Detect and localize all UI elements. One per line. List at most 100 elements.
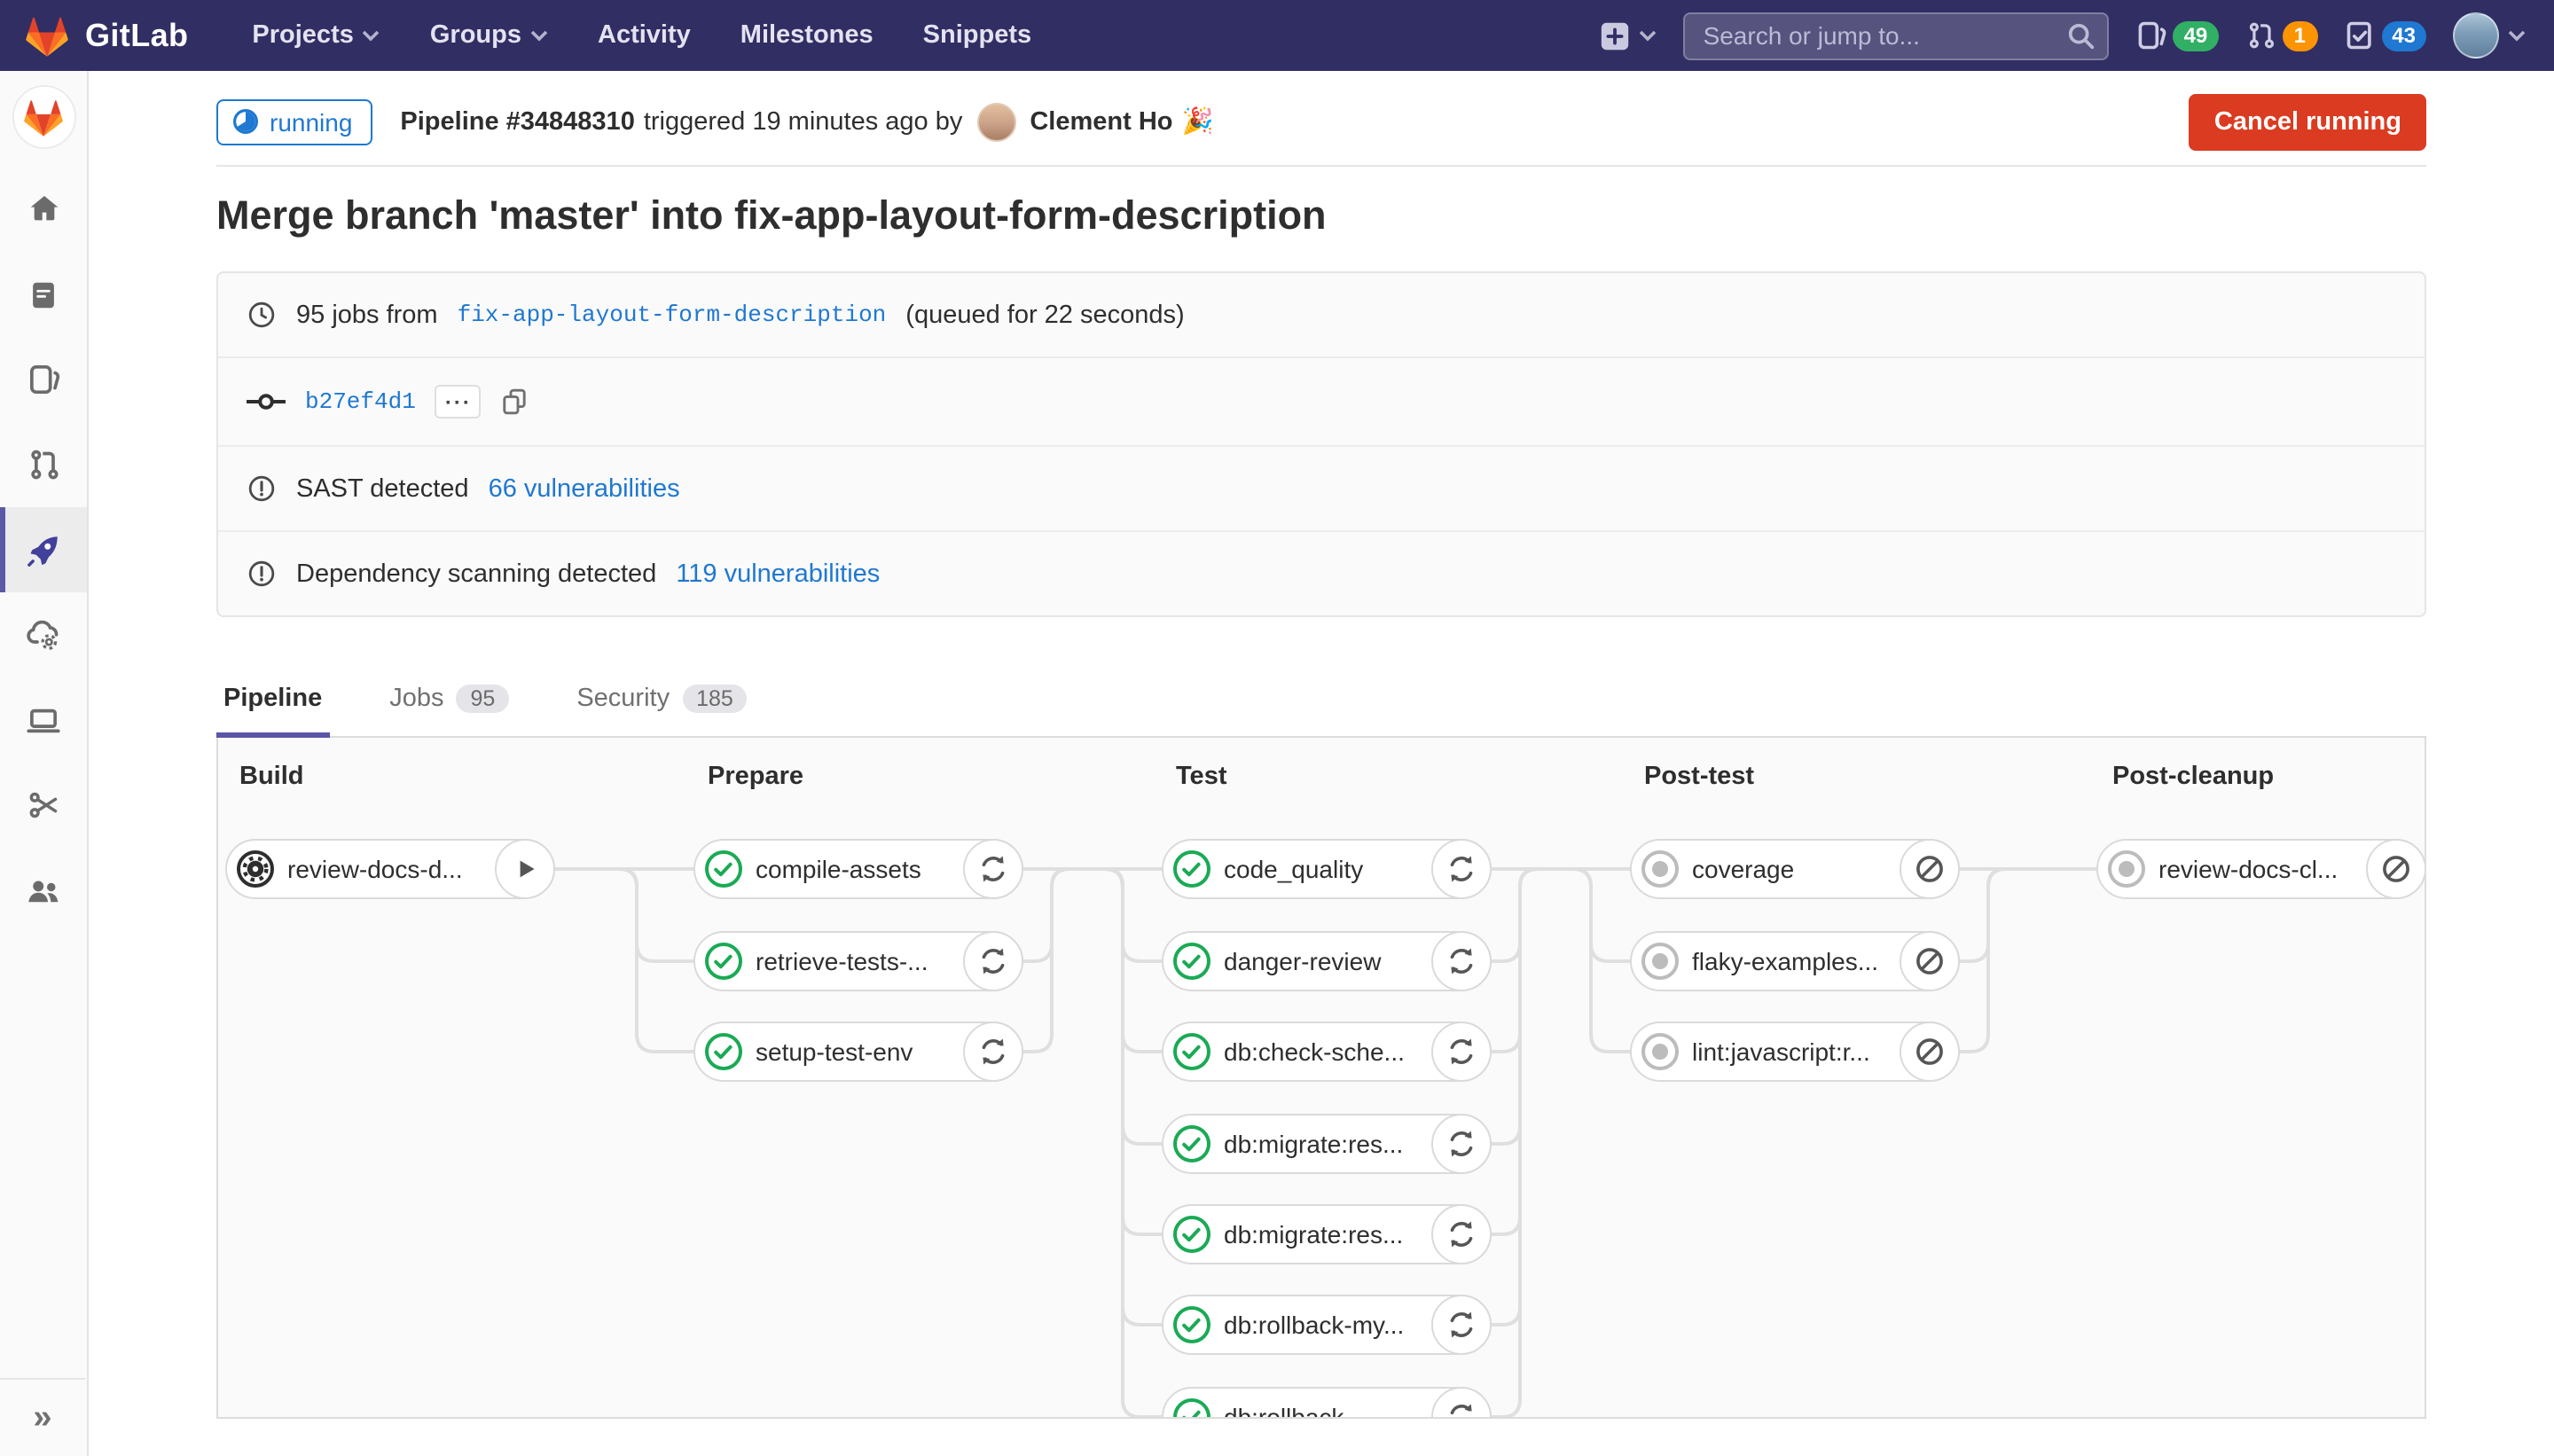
issues-count-button[interactable]: 49: [2136, 20, 2219, 51]
sidebar-item-environments[interactable]: [0, 677, 87, 763]
nav-snippets[interactable]: Snippets: [923, 21, 1031, 50]
play-job-button[interactable]: [495, 839, 555, 899]
tab-pipeline[interactable]: Pipeline: [216, 685, 329, 736]
job-pill[interactable]: db:check-sche...: [1162, 1022, 1492, 1082]
alert-icon: [247, 559, 277, 589]
sidebar-item-issues[interactable]: [0, 337, 87, 422]
user-menu-button[interactable]: [2453, 12, 2526, 59]
job-pill[interactable]: review-docs-d...: [225, 839, 555, 899]
status-success-icon: [1172, 1215, 1211, 1254]
retry-job-button[interactable]: [963, 839, 1023, 899]
cancel-job-button[interactable]: [1900, 931, 1960, 991]
commit-sha-link[interactable]: b27ef4d1: [305, 388, 416, 415]
issues-count-badge: 49: [2174, 20, 2219, 51]
home-icon: [26, 192, 61, 227]
retry-icon: [1444, 943, 1479, 979]
job-pill[interactable]: coverage: [1630, 839, 1960, 899]
author-avatar[interactable]: [976, 102, 1015, 141]
merge-requests-count-badge: 1: [2282, 20, 2317, 51]
retry-job-button[interactable]: [1431, 931, 1492, 991]
brand-name: GitLab: [85, 17, 188, 54]
retry-job-button[interactable]: [1431, 839, 1492, 899]
retry-icon: [975, 851, 1011, 887]
job-pill[interactable]: review-docs-cl...: [2096, 839, 2426, 899]
status-success-icon: [1172, 942, 1211, 981]
commit-description-toggle[interactable]: ···: [435, 385, 482, 419]
job-pill[interactable]: db:migrate:res...: [1162, 1204, 1492, 1264]
issues-icon: [26, 362, 61, 397]
members-icon: [25, 872, 62, 909]
sidebar-item-ci-cd[interactable]: [0, 507, 87, 592]
tab-jobs-label: Jobs: [389, 685, 443, 713]
status-manual-icon: [236, 849, 275, 888]
status-label: running: [270, 107, 352, 136]
job-pill[interactable]: db:rollback-my...: [1162, 1295, 1492, 1355]
job-pill[interactable]: retrieve-tests-...: [693, 931, 1023, 991]
nav-groups-label: Groups: [430, 21, 521, 50]
pipeline-header: running Pipeline #34848310 triggered 19 …: [216, 71, 2426, 156]
sast-text: SAST detected: [296, 474, 469, 503]
retry-job-button[interactable]: [963, 931, 1023, 991]
dependency-vulnerabilities-link[interactable]: 119 vulnerabilities: [676, 560, 880, 588]
retry-icon: [1444, 1399, 1479, 1419]
branch-link[interactable]: fix-app-layout-form-description: [458, 301, 887, 328]
merge-requests-count-button[interactable]: 1: [2245, 20, 2317, 51]
retry-icon: [1444, 1126, 1479, 1162]
job-pill[interactable]: db:migrate:res...: [1162, 1114, 1492, 1174]
todo-check-icon: [2344, 20, 2376, 51]
copy-sha-button[interactable]: [501, 387, 529, 417]
tab-pipeline-label: Pipeline: [223, 685, 322, 713]
author-name[interactable]: Clement Ho: [1030, 107, 1172, 136]
issues-icon: [2136, 20, 2168, 51]
job-pill[interactable]: lint:javascript:r...: [1630, 1022, 1960, 1082]
retry-job-button[interactable]: [1431, 1204, 1492, 1264]
job-pill[interactable]: compile-assets: [693, 839, 1023, 899]
cancel-job-button[interactable]: [1900, 839, 1960, 899]
cancel-job-button[interactable]: [1900, 1022, 1960, 1082]
job-pill[interactable]: danger-review: [1162, 931, 1492, 991]
status-success-icon: [704, 942, 743, 981]
search-input[interactable]: [1684, 12, 2110, 59]
retry-job-button[interactable]: [1431, 1295, 1492, 1355]
job-pill[interactable]: code_quality: [1162, 839, 1492, 899]
tanuki-icon: [23, 97, 64, 137]
status-created-icon: [2107, 849, 2146, 888]
nav-activity[interactable]: Activity: [598, 21, 691, 50]
sidebar-collapse-toggle[interactable]: »: [0, 1378, 85, 1456]
job-label: db:migrate:res...: [1224, 1220, 1430, 1249]
nav-groups[interactable]: Groups: [430, 21, 548, 50]
cancel-job-button[interactable]: [2366, 839, 2426, 899]
sidebar-item-members[interactable]: [0, 848, 87, 933]
todos-count-badge: 43: [2381, 20, 2426, 51]
commit-title: Merge branch 'master' into fix-app-layou…: [216, 193, 2426, 239]
sidebar-item-repository[interactable]: [0, 252, 87, 337]
gitlab-project-avatar[interactable]: [12, 85, 75, 149]
nav-milestones[interactable]: Milestones: [740, 21, 874, 50]
jobs-count-badge: 95: [457, 685, 510, 713]
status-success-icon: [704, 849, 743, 888]
sidebar-item-operations[interactable]: [0, 592, 87, 677]
chevron-down-icon: [2508, 29, 2526, 42]
retry-job-button[interactable]: [1431, 1022, 1492, 1082]
queued-text: (queued for 22 seconds): [905, 301, 1184, 329]
retry-job-button[interactable]: [963, 1022, 1023, 1082]
sidebar-item-overview[interactable]: [0, 167, 87, 252]
retry-job-button[interactable]: [1431, 1114, 1492, 1174]
job-label: code_quality: [1224, 855, 1430, 883]
job-pill[interactable]: setup-test-env: [693, 1022, 1023, 1082]
sidebar-item-snippets[interactable]: [0, 763, 87, 848]
retry-icon: [1444, 851, 1479, 887]
sidebar-item-merge-requests[interactable]: [0, 422, 87, 507]
nav-projects[interactable]: Projects: [252, 21, 380, 50]
cancel-running-button[interactable]: Cancel running: [2190, 93, 2426, 150]
pipeline-status-badge[interactable]: running: [216, 98, 372, 145]
running-spinner-icon: [232, 108, 259, 135]
job-pill[interactable]: flaky-examples...: [1630, 931, 1960, 991]
sast-vulnerabilities-link[interactable]: 66 vulnerabilities: [489, 474, 680, 503]
tab-security[interactable]: Security 185: [569, 685, 755, 736]
job-pill[interactable]: db:rollback-...: [1162, 1387, 1492, 1419]
todos-count-button[interactable]: 43: [2344, 20, 2426, 51]
tab-jobs[interactable]: Jobs 95: [382, 685, 516, 736]
gitlab-home-link[interactable]: GitLab: [25, 13, 188, 58]
new-menu-button[interactable]: [1599, 19, 1657, 52]
